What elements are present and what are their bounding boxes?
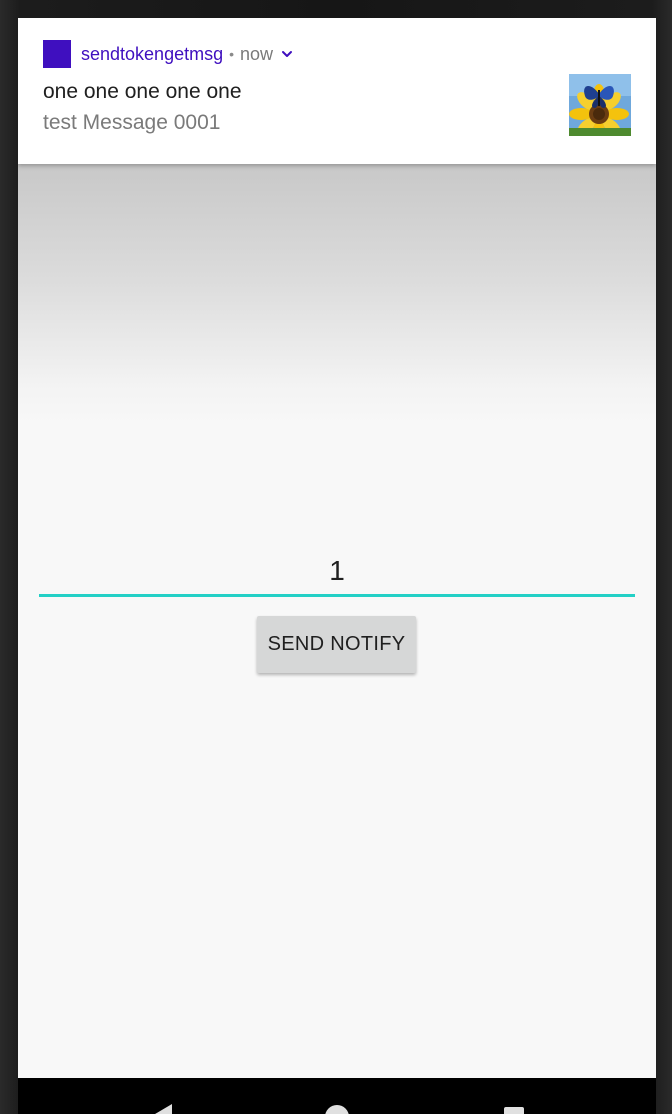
number-input-wrapper xyxy=(39,548,635,598)
notification-header: sendtokengetmsg • now xyxy=(43,40,294,68)
sunflower-butterfly-image xyxy=(569,74,631,136)
screen: sendtokengetmsg • now one one one one on… xyxy=(18,18,656,1114)
notification-thumbnail xyxy=(569,74,631,136)
home-icon[interactable] xyxy=(322,1102,352,1114)
device-frame: sendtokengetmsg • now one one one one on… xyxy=(0,0,672,1114)
back-icon[interactable] xyxy=(146,1102,176,1114)
header-separator: • xyxy=(229,46,234,62)
notification-text: test Message 0001 xyxy=(43,111,221,134)
chevron-down-icon[interactable] xyxy=(280,47,294,61)
navigation-bar xyxy=(18,1078,656,1114)
send-notify-button[interactable]: SEND NOTIFY xyxy=(257,616,416,673)
notification-card[interactable]: sendtokengetmsg • now one one one one on… xyxy=(18,18,656,164)
notification-time: now xyxy=(240,43,274,64)
notification-shade-backdrop xyxy=(18,164,656,424)
app-icon xyxy=(43,40,71,68)
number-input[interactable] xyxy=(39,548,635,597)
recents-icon[interactable] xyxy=(499,1102,529,1114)
app-name: sendtokengetmsg xyxy=(81,43,224,64)
notification-title: one one one one one xyxy=(43,80,242,103)
